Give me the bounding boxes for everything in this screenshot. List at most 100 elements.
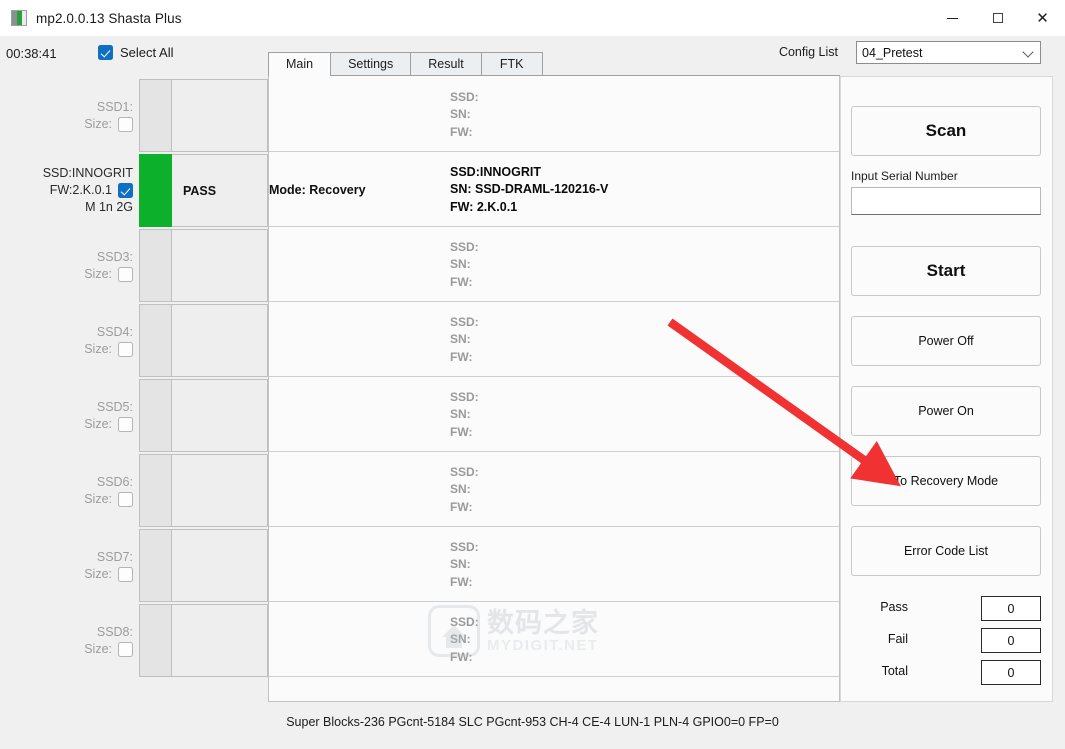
slot-table: SSD1: Size: SSD: SN: FW: SSD:INNOGRIT FW… bbox=[0, 78, 1065, 678]
slot-status-text-7 bbox=[172, 529, 268, 602]
slot-details-7: SSD: SN: FW: bbox=[450, 539, 479, 592]
error-code-list-button[interactable]: Error Code List bbox=[851, 526, 1041, 576]
slot-status-text-5 bbox=[172, 379, 268, 452]
slot-details-3: SSD: SN: FW: bbox=[450, 239, 479, 292]
window-controls: ✕ bbox=[930, 0, 1065, 36]
slot-ssd-2: SSD:INNOGRIT bbox=[450, 164, 541, 179]
tab-settings[interactable]: Settings bbox=[330, 52, 412, 75]
pass-counter-value: 0 bbox=[981, 596, 1041, 621]
elapsed-time: 00:38:41 bbox=[6, 46, 57, 61]
fail-counter-value: 0 bbox=[981, 628, 1041, 653]
slot-info-5: SSD: SN: FW: bbox=[269, 379, 839, 452]
start-button[interactable]: Start bbox=[851, 246, 1041, 296]
minimize-icon bbox=[947, 17, 958, 19]
slot-sn-3: SN: bbox=[450, 257, 471, 272]
select-all-checkbox[interactable] bbox=[98, 45, 113, 60]
select-all-control[interactable]: Select All bbox=[98, 45, 173, 60]
slot-ssd-3: SSD: bbox=[450, 239, 479, 254]
chevron-down-icon bbox=[1022, 46, 1034, 58]
slot-ssd-6: SSD: bbox=[450, 464, 479, 479]
status-bar: Super Blocks-236 PGcnt-5184 SLC PGcnt-95… bbox=[0, 706, 1065, 749]
slot-label-2: SSD:INNOGRIT FW:2.K.0.1 M 1n 2G bbox=[0, 153, 137, 228]
config-list-dropdown[interactable]: 04_Pretest bbox=[856, 41, 1041, 64]
slot-info-3: SSD: SN: FW: bbox=[269, 229, 839, 302]
slot-checkbox-7[interactable] bbox=[118, 566, 133, 582]
power-off-button[interactable]: Power Off bbox=[851, 316, 1041, 366]
slot-details-4: SSD: SN: FW: bbox=[450, 314, 479, 367]
slot-checkbox-4[interactable] bbox=[118, 341, 133, 357]
slot-status-indicator-2 bbox=[139, 154, 172, 227]
slot-checkbox-1[interactable] bbox=[118, 116, 133, 132]
tab-main[interactable]: Main bbox=[268, 52, 332, 76]
slot-status-indicator-4 bbox=[139, 304, 172, 377]
total-counter-value: 0 bbox=[981, 660, 1041, 685]
slot-status-indicator-8 bbox=[139, 604, 172, 677]
slot-name-6: SSD6: bbox=[96, 474, 133, 489]
slot-ssd-1: SSD: bbox=[450, 89, 479, 104]
close-button[interactable]: ✕ bbox=[1020, 0, 1065, 36]
total-counter: Total 0 bbox=[851, 660, 1041, 685]
slot-info-8: SSD: SN: FW: bbox=[269, 604, 839, 677]
slot-status-text-4 bbox=[172, 304, 268, 377]
slot-checkbox-5[interactable] bbox=[118, 416, 133, 432]
slot-status-indicator-1 bbox=[139, 79, 172, 152]
slot-fw-3: FW: bbox=[450, 274, 473, 289]
slot-status-text-6 bbox=[172, 454, 268, 527]
slot-checkbox-6[interactable] bbox=[118, 491, 133, 507]
power-on-button[interactable]: Power On bbox=[851, 386, 1041, 436]
slot-checkbox-3[interactable] bbox=[118, 266, 133, 282]
slot-info-7: SSD: SN: FW: bbox=[269, 529, 839, 602]
slot-fw-7: FW: bbox=[450, 574, 473, 589]
slot-details-1: SSD: SN: FW: bbox=[450, 89, 479, 142]
tab-result[interactable]: Result bbox=[410, 52, 482, 75]
app-grid-icon bbox=[11, 10, 27, 26]
slot-status-text-2: PASS bbox=[172, 154, 268, 227]
slot-size-label-8: Size: bbox=[84, 641, 112, 656]
slot-status-indicator-5 bbox=[139, 379, 172, 452]
maximize-icon bbox=[992, 13, 1003, 23]
slot-checkbox-8[interactable] bbox=[118, 641, 133, 657]
slot-size-label-1: Size: bbox=[84, 116, 112, 131]
tab-ftk[interactable]: FTK bbox=[480, 52, 543, 75]
slot-info-4: SSD: SN: FW: bbox=[269, 304, 839, 377]
pass-counter: Pass 0 bbox=[851, 596, 1041, 621]
slot-details-5: SSD: SN: FW: bbox=[450, 389, 479, 442]
slot-sn-1: SN: bbox=[450, 107, 471, 122]
slot-details-2: SSD:INNOGRIT SN: SSD-DRAML-120216-V FW: … bbox=[450, 164, 608, 217]
input-serial-number-field[interactable] bbox=[851, 187, 1041, 215]
slot-name-7: SSD7: bbox=[96, 549, 133, 564]
slot-ssd-8: SSD: bbox=[450, 614, 479, 629]
slot-fw-4: FW: bbox=[450, 349, 473, 364]
slot-label-5: SSD5: Size: bbox=[0, 378, 137, 453]
slot-capacity-2: M 1n 2G bbox=[85, 200, 133, 214]
slot-mode-2: Mode: Recovery bbox=[269, 183, 366, 197]
minimize-button[interactable] bbox=[930, 0, 975, 36]
slot-fw-1: FW: bbox=[450, 124, 473, 139]
slot-sn-5: SN: bbox=[450, 407, 471, 422]
slot-name-3: SSD3: bbox=[96, 249, 133, 264]
slot-label-7: SSD7: Size: bbox=[0, 528, 137, 603]
slot-fw-8: FW: bbox=[450, 649, 473, 664]
slot-info-2: Mode: Recovery SSD:INNOGRIT SN: SSD-DRAM… bbox=[269, 154, 839, 227]
maximize-button[interactable] bbox=[975, 0, 1020, 36]
slot-info-1: SSD: SN: FW: bbox=[269, 79, 839, 152]
slot-label-6: SSD6: Size: bbox=[0, 453, 137, 528]
to-recovery-mode-button[interactable]: To Recovery Mode bbox=[851, 456, 1041, 506]
slot-label-3: SSD3: Size: bbox=[0, 228, 137, 303]
slot-size-label-7: Size: bbox=[84, 566, 112, 581]
pass-counter-label: Pass bbox=[880, 600, 908, 614]
window-title: mp2.0.0.13 Shasta Plus bbox=[36, 10, 182, 26]
slot-status-indicator-7 bbox=[139, 529, 172, 602]
slot-sn-6: SN: bbox=[450, 482, 471, 497]
slot-sn-7: SN: bbox=[450, 557, 471, 572]
slot-fw-6: FW: bbox=[450, 499, 473, 514]
slot-size-label-4: Size: bbox=[84, 341, 112, 356]
slot-checkbox-2[interactable] bbox=[118, 183, 133, 198]
slot-sn-2: SN: SSD-DRAML-120216-V bbox=[450, 182, 609, 197]
slot-label-8: SSD8: Size: bbox=[0, 603, 137, 678]
slot-ssd-4: SSD: bbox=[450, 314, 479, 329]
slot-status-indicator-3 bbox=[139, 229, 172, 302]
slot-size-label-5: Size: bbox=[84, 416, 112, 431]
fail-counter: Fail 0 bbox=[851, 628, 1041, 653]
scan-button[interactable]: Scan bbox=[851, 106, 1041, 156]
